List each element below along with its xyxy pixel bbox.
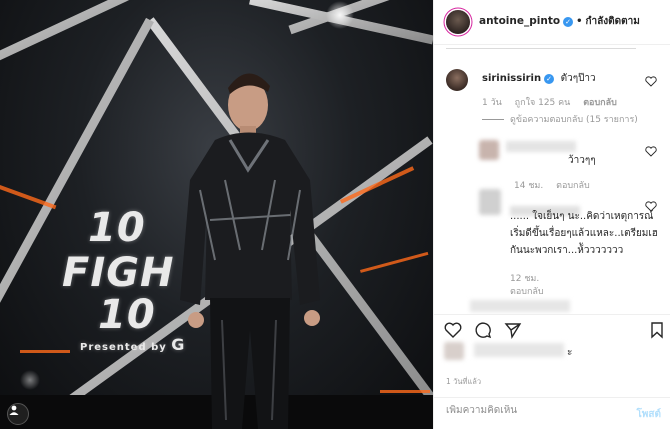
reply-button[interactable]: ตอบกลับ — [556, 181, 590, 191]
post-photo[interactable]: 10 FIGH 10 Presented by G — [0, 0, 433, 429]
reply-time: 12 ชม. — [510, 274, 540, 284]
presented-by-text: Presented by G — [80, 335, 185, 354]
commenter-avatar[interactable] — [446, 69, 468, 91]
reply-text: ...... ใจเย็นๆ นะ..คิดว่าเหตุการณ์เริ่มด… — [510, 211, 658, 256]
redacted-avatar — [479, 140, 499, 160]
post-header: antoine_pinto ✓ • กำลังติดตาม — [434, 0, 670, 45]
show-logo-line3: 10 — [98, 292, 156, 338]
scrolled-content-edge — [446, 46, 636, 49]
comment-time: 1 วัน — [482, 98, 502, 108]
heart-icon[interactable] — [444, 321, 462, 339]
redacted-username — [506, 141, 576, 152]
author-username[interactable]: antoine_pinto — [479, 15, 560, 27]
share-icon[interactable] — [504, 321, 522, 339]
post-timestamp[interactable]: 1 วันที่แล้ว — [446, 376, 481, 388]
author-line: antoine_pinto ✓ • กำลังติดตาม — [479, 14, 640, 29]
view-replies-toggle[interactable]: ดูข้อความตอบกลับ (15 รายการ) — [482, 112, 638, 126]
like-reply-heart-icon[interactable] — [645, 146, 657, 157]
reply-text: ว้าวๆๆ — [568, 155, 596, 166]
post-actions-bar — [434, 314, 670, 344]
redacted-liker-avatar — [444, 342, 464, 360]
add-comment-bar: โพสต์ — [434, 397, 670, 429]
view-replies-label[interactable]: ดูข้อความตอบกลับ (15 รายการ) — [510, 112, 638, 126]
verified-badge-icon: ✓ — [563, 17, 574, 27]
reply-meta: 14 ชม. ตอบกลับ — [514, 178, 600, 192]
verified-badge-icon: ✓ — [544, 74, 555, 84]
reply-button[interactable]: ตอบกลับ — [510, 286, 544, 299]
comment-body: sirinissirin ✓ ตัวๆป๊าว — [482, 71, 596, 86]
comment-icon[interactable] — [474, 321, 492, 339]
following-button[interactable]: กำลังติดตาม — [585, 16, 639, 27]
bookmark-icon[interactable] — [648, 321, 666, 339]
comments-list[interactable]: sirinissirin ✓ ตัวๆป๊าว 1 วัน ถูกใจ 125 ค… — [434, 46, 670, 314]
likes-text-tail: ะ — [567, 347, 573, 358]
sponsor-brand-fragment: G — [171, 335, 186, 354]
like-comment-heart-icon[interactable] — [645, 76, 657, 87]
presented-by-label: Presented by — [80, 342, 167, 353]
redacted-comment — [470, 300, 570, 312]
show-logo-line1: 10 — [88, 205, 146, 251]
redacted-avatar — [479, 189, 501, 215]
header-separator: • — [576, 16, 583, 27]
reply-button[interactable]: ตอบกลับ — [583, 98, 617, 108]
like-reply-heart-icon[interactable] — [645, 201, 657, 212]
comment-likes[interactable]: ถูกใจ 125 คน — [515, 98, 571, 108]
tagged-users-button[interactable] — [7, 403, 29, 425]
show-logo-line2: FIGH — [62, 250, 175, 296]
reply-time: 14 ชม. — [514, 181, 544, 191]
comment-meta: 1 วัน ถูกใจ 125 คน ตอบกลับ — [482, 95, 617, 109]
redacted-likes-text — [474, 343, 564, 357]
post-details-panel: antoine_pinto ✓ • กำลังติดตาม sirinissirin ✓… — [433, 0, 670, 429]
add-comment-input[interactable] — [446, 405, 616, 416]
commenter-username[interactable]: sirinissirin — [482, 73, 541, 84]
post-comment-button[interactable]: โพสต์ — [636, 407, 661, 422]
stage-background — [0, 0, 433, 429]
comment-text: ตัวๆป๊าว — [560, 73, 596, 84]
replies-line — [482, 118, 504, 120]
person-icon — [9, 405, 19, 415]
author-avatar[interactable] — [446, 10, 470, 34]
reply-meta: 12 ชม. ตอบกลับ — [510, 273, 554, 299]
